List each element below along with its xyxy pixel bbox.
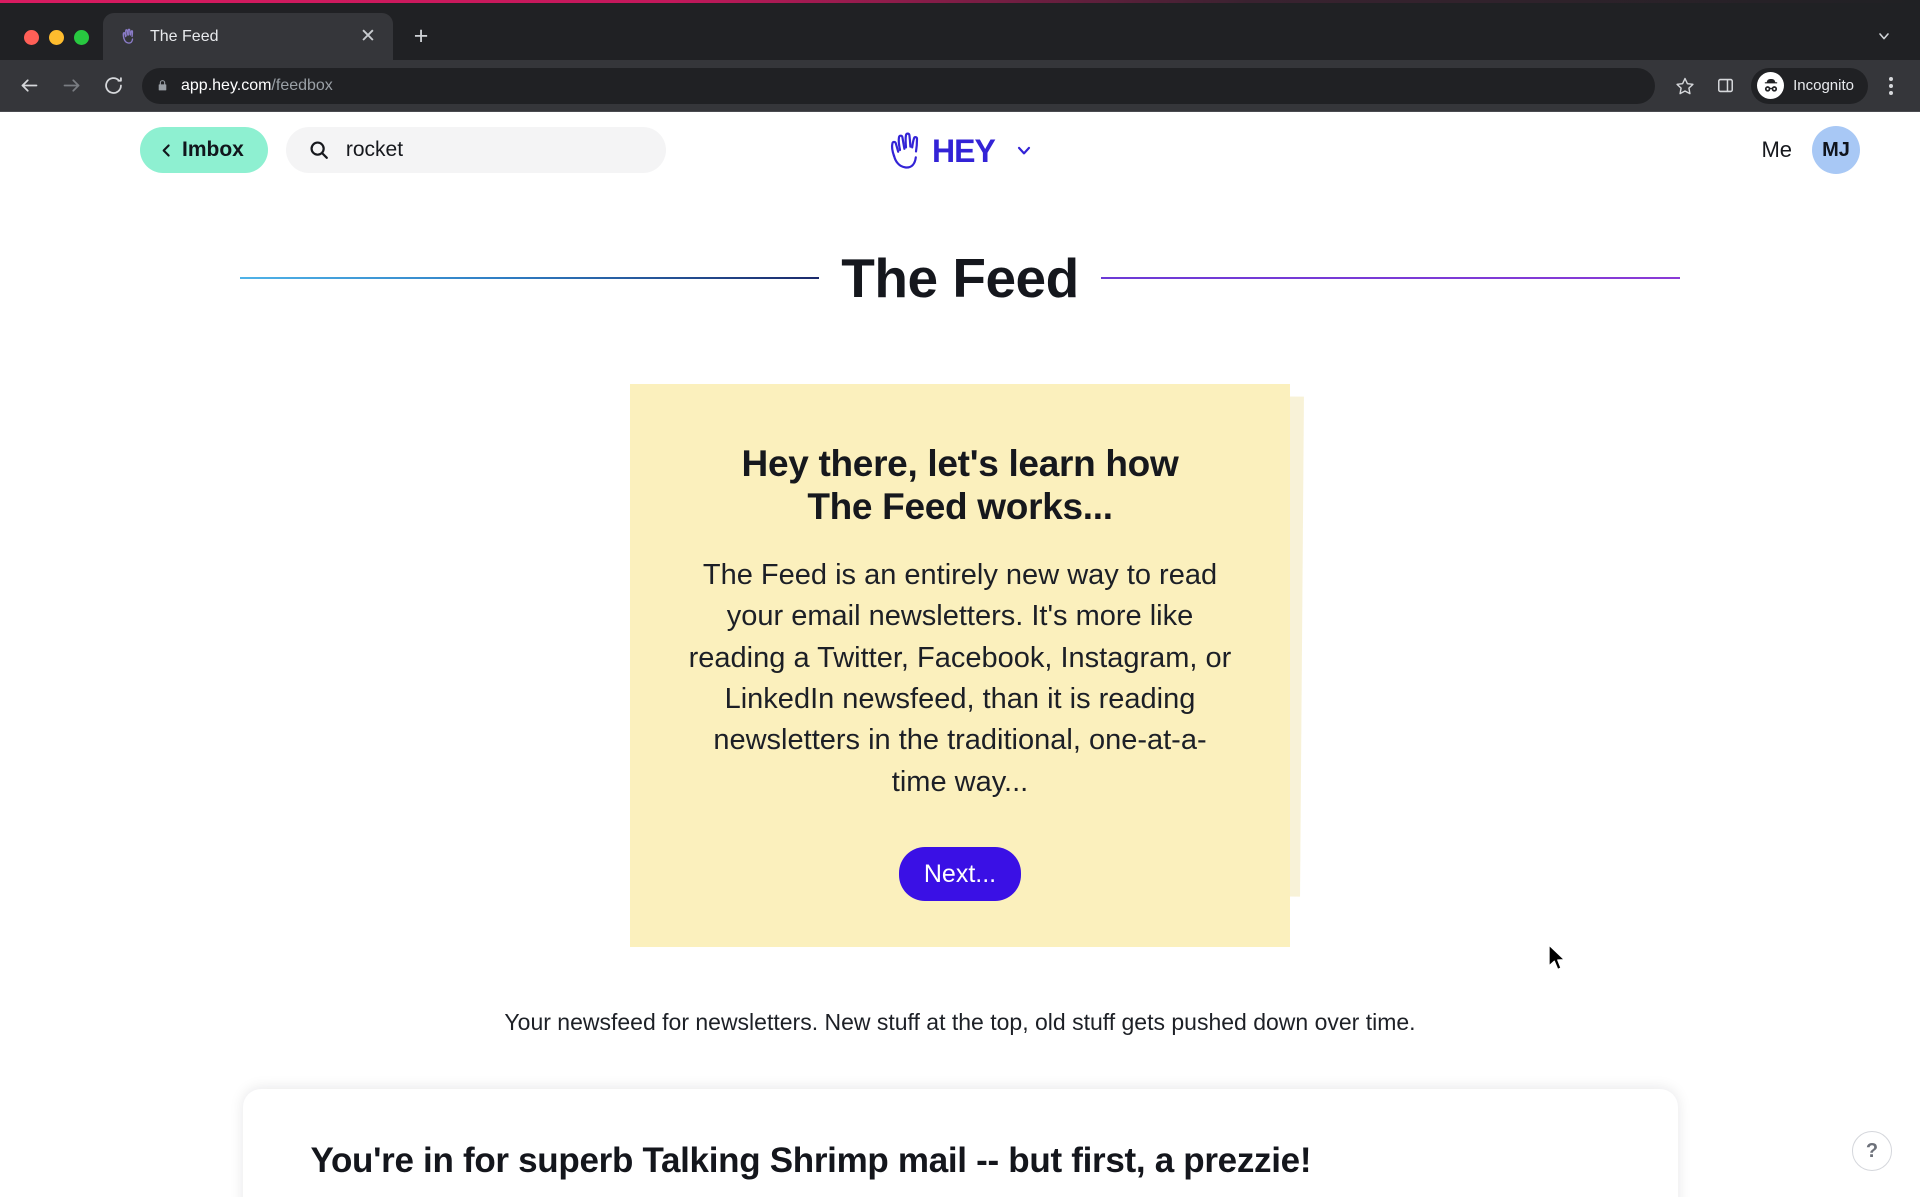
onboarding-title-line-1: Hey there, let's learn how xyxy=(741,443,1179,484)
browser-tab[interactable]: The Feed ✕ xyxy=(103,13,393,60)
feed-email-card[interactable]: You're in for superb Talking Shrimp mail… xyxy=(242,1089,1678,1197)
mouse-cursor xyxy=(1547,944,1569,974)
window-traffic-lights xyxy=(16,14,103,60)
back-to-imbox-button[interactable]: Imbox xyxy=(140,127,268,173)
browser-window: The Feed ✕ + app.hey.com/feedbox Incogni… xyxy=(0,0,1920,1200)
reload-icon[interactable] xyxy=(94,67,132,105)
page-content: Imbox rocket HEY Me MJ The Feed Hey ther… xyxy=(0,112,1920,1197)
arrow-right-icon[interactable] xyxy=(52,67,90,105)
maximize-window-button[interactable] xyxy=(74,29,89,45)
onboarding-card: Hey there, let's learn how The Feed work… xyxy=(630,384,1290,948)
title-rule-right xyxy=(1100,277,1680,279)
address-bar-url: app.hey.com/feedbox xyxy=(181,77,333,95)
back-to-imbox-label: Imbox xyxy=(182,138,244,161)
onboarding-title-line-2: The Feed works... xyxy=(807,486,1113,528)
incognito-icon xyxy=(1757,72,1785,99)
close-window-button[interactable] xyxy=(24,29,39,45)
profile-label: Incognito xyxy=(1793,77,1854,94)
hey-hand-icon xyxy=(119,27,138,46)
minimize-window-button[interactable] xyxy=(49,29,64,45)
onboarding-title: Hey there, let's learn how The Feed work… xyxy=(686,442,1234,529)
address-bar[interactable]: app.hey.com/feedbox xyxy=(142,67,1656,104)
window-accent-line xyxy=(0,0,1920,3)
side-panel-icon[interactable] xyxy=(1707,68,1743,104)
hey-logo-mark: HEY xyxy=(890,132,996,169)
app-header: Imbox rocket HEY Me MJ xyxy=(0,112,1920,188)
kebab-menu-icon[interactable] xyxy=(1874,69,1908,103)
star-icon[interactable] xyxy=(1667,68,1703,104)
newsfeed-description: Your newsfeed for newsletters. New stuff… xyxy=(504,1009,1416,1036)
header-right: Me MJ xyxy=(1761,126,1860,174)
plus-icon[interactable]: + xyxy=(401,16,441,56)
next-button[interactable]: Next... xyxy=(899,847,1021,902)
url-path: /feedbox xyxy=(271,76,333,94)
chevron-down-icon[interactable] xyxy=(1014,140,1034,160)
browser-toolbar: app.hey.com/feedbox Incognito xyxy=(0,60,1920,112)
search-input-value: rocket xyxy=(345,138,404,161)
lock-icon xyxy=(156,79,169,92)
hey-logo[interactable]: HEY xyxy=(886,128,1034,172)
browser-tab-strip: The Feed ✕ + xyxy=(0,0,1920,60)
onboarding-card-wrapper: Hey there, let's learn how The Feed work… xyxy=(630,384,1304,948)
url-host: app.hey.com xyxy=(181,76,272,94)
arrow-left-icon[interactable] xyxy=(10,67,48,105)
onboarding-body: The Feed is an entirely new way to read … xyxy=(688,558,1232,798)
browser-tab-title: The Feed xyxy=(150,27,219,45)
me-link[interactable]: Me xyxy=(1761,137,1792,163)
close-icon[interactable]: ✕ xyxy=(355,24,381,50)
email-subject: You're in for superb Talking Shrimp mail… xyxy=(310,1141,1312,1181)
profile-incognito-button[interactable]: Incognito xyxy=(1751,67,1868,104)
chevron-left-icon xyxy=(158,142,175,159)
search-icon xyxy=(308,139,330,161)
page-title-row: The Feed xyxy=(240,246,1680,310)
svg-text:HEY: HEY xyxy=(932,133,995,169)
page-title: The Feed xyxy=(841,247,1079,309)
avatar[interactable]: MJ xyxy=(1812,126,1860,174)
help-button[interactable]: ? xyxy=(1852,1131,1892,1171)
search-input[interactable]: rocket xyxy=(285,127,666,173)
chevron-down-icon[interactable] xyxy=(1868,20,1900,52)
title-rule-left xyxy=(240,277,820,279)
